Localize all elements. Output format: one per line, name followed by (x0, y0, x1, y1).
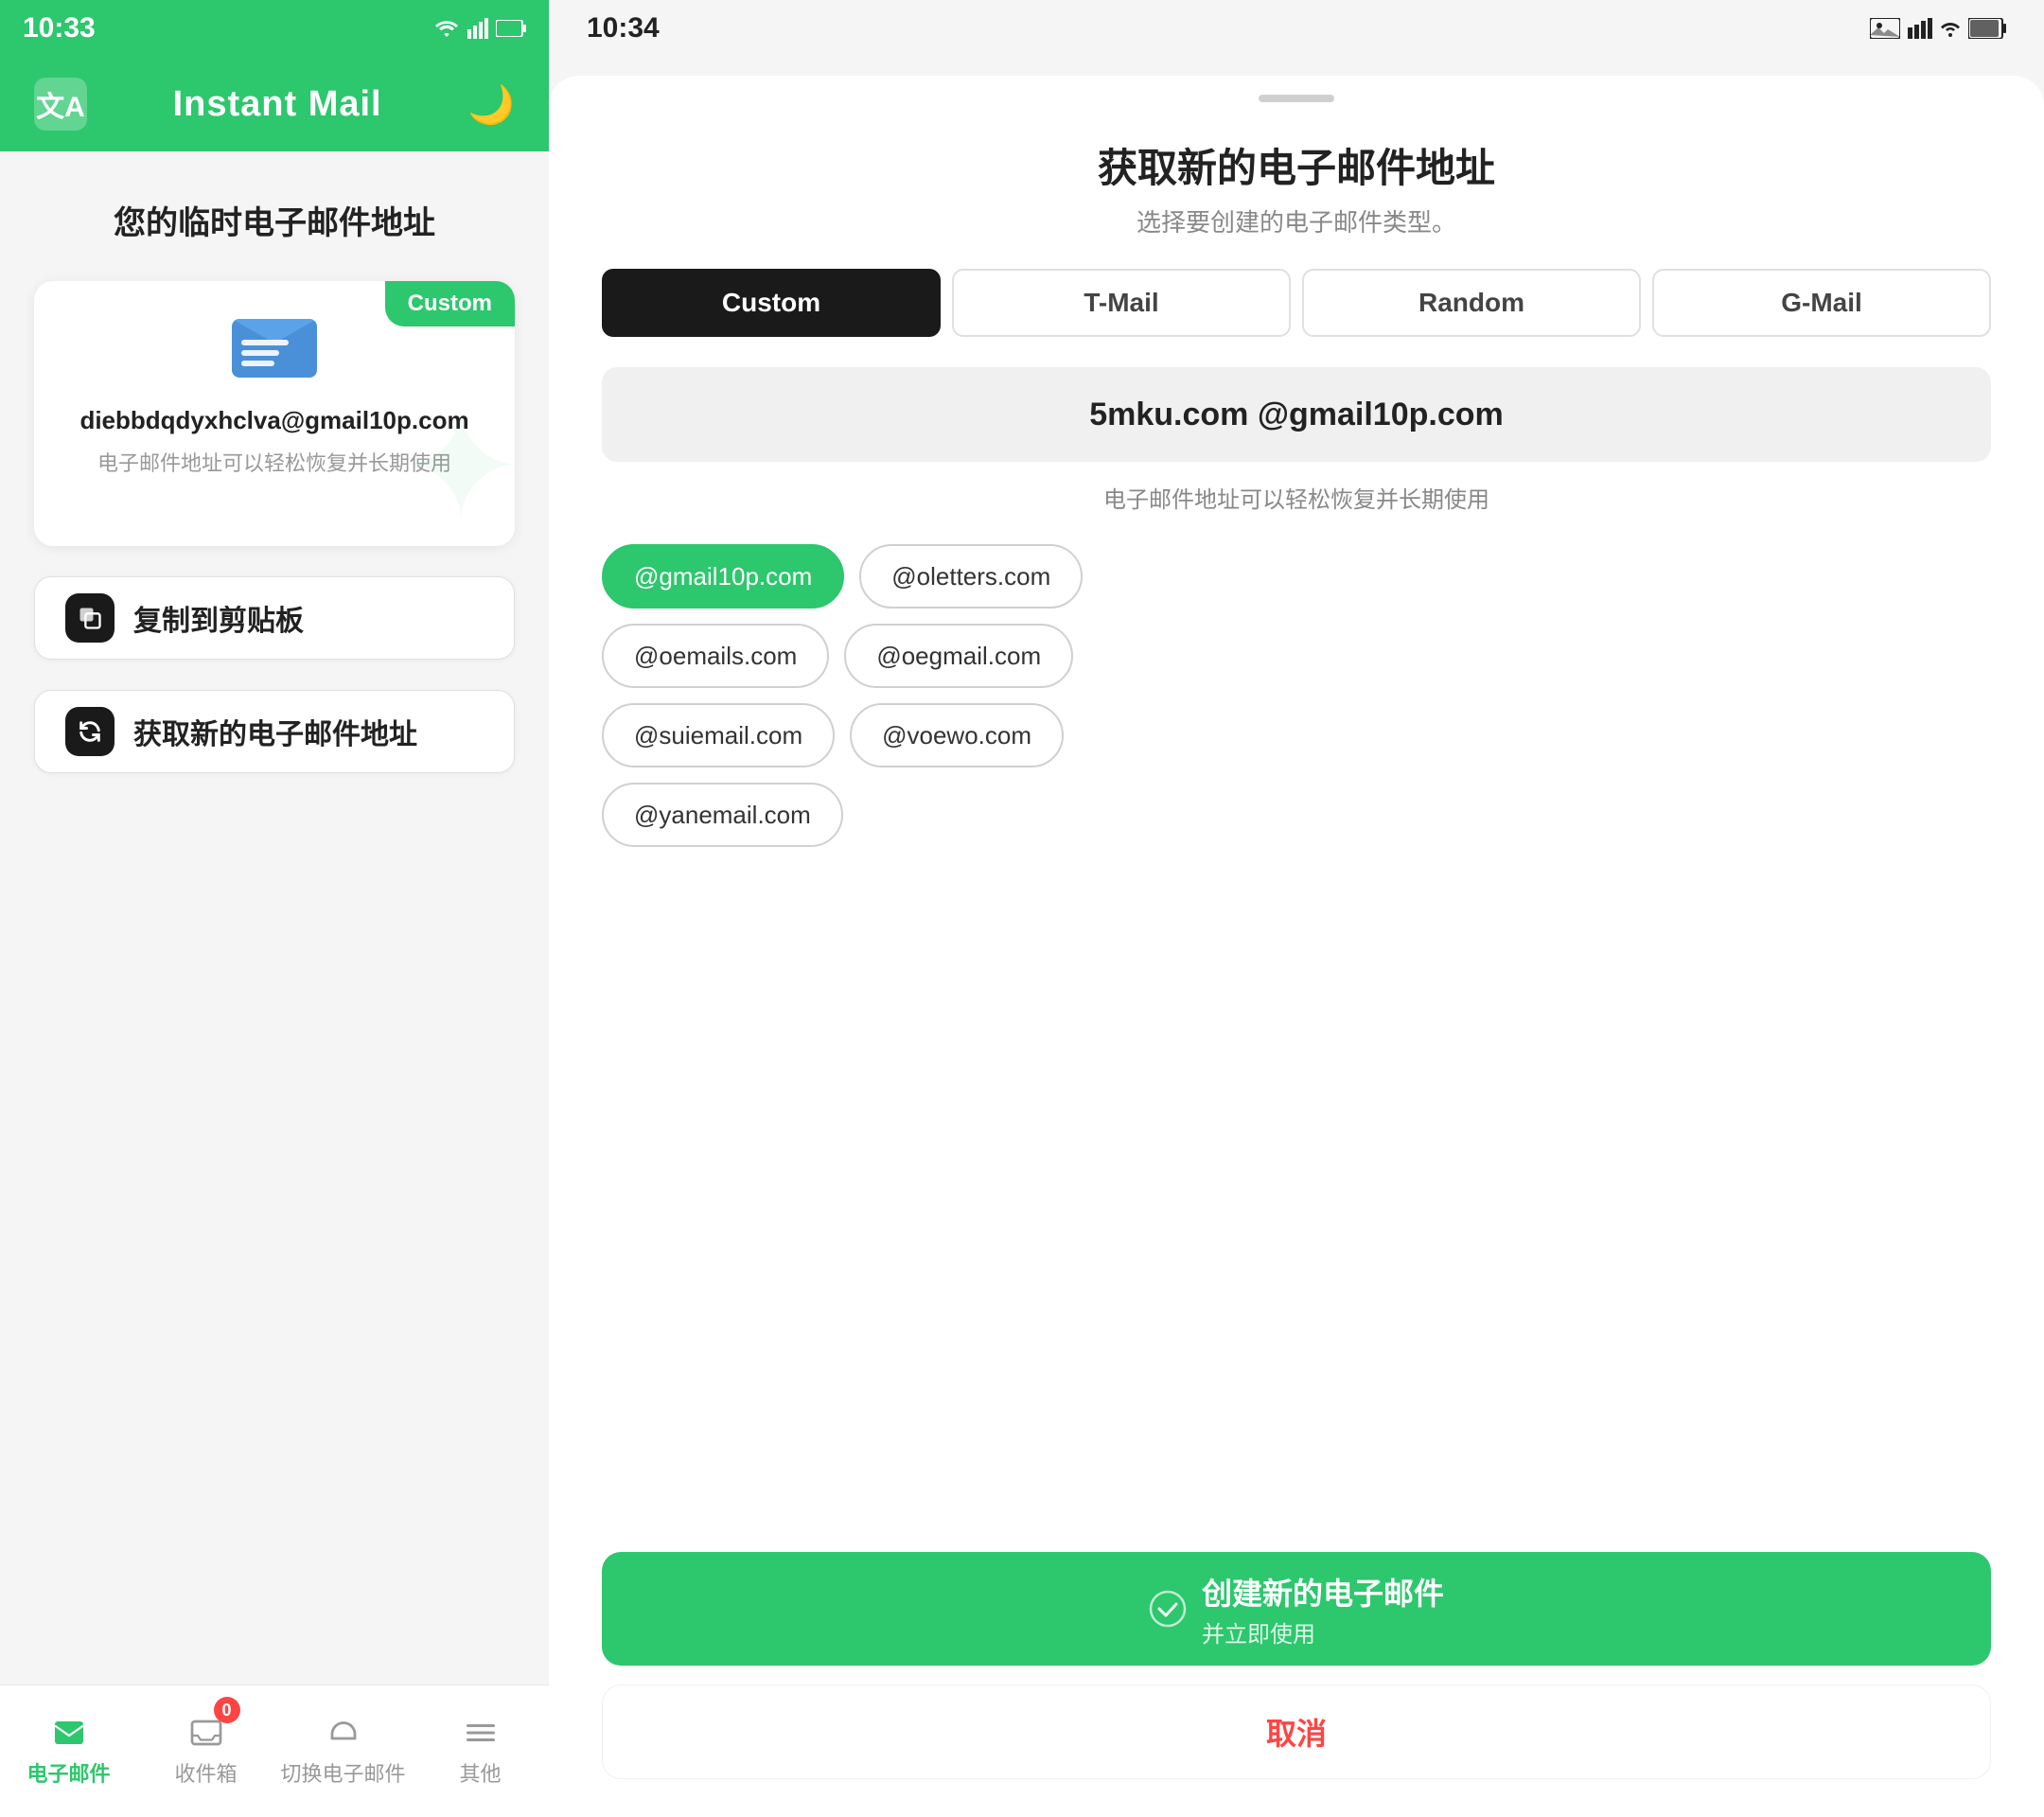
copy-button[interactable]: 复制到剪贴板 (34, 576, 515, 660)
translate-icon[interactable]: 文A (34, 78, 87, 131)
tab-tmail[interactable]: T-Mail (952, 269, 1291, 337)
copy-icon (65, 593, 115, 643)
create-check-icon (1149, 1590, 1187, 1628)
inbox-badge: 0 (214, 1697, 240, 1723)
create-button[interactable]: 创建新的电子邮件 并立即使用 (602, 1552, 1991, 1666)
modal-title: 获取新的电子邮件地址 (602, 136, 1991, 194)
bottom-nav: 电子邮件 0 收件箱 切换电子邮件 其他 (0, 1685, 549, 1817)
status-icons-left (433, 18, 526, 39)
nav-label-switch: 切换电子邮件 (280, 1757, 405, 1788)
modal-handle (1259, 95, 1334, 102)
image-icon (1870, 18, 1900, 39)
domain-chip-oletters[interactable]: @oletters.com (859, 544, 1083, 609)
tab-gmail[interactable]: G-Mail (1652, 269, 1991, 337)
status-icons-right (1870, 18, 2006, 39)
email-subtitle-left: 电子邮件地址可以轻松恢复并长期使用 (97, 447, 451, 477)
nav-item-switch[interactable]: 切换电子邮件 (274, 1685, 412, 1817)
envelope-icon (232, 319, 317, 387)
tab-random[interactable]: Random (1302, 269, 1641, 337)
header-left: 文A Instant Mail 🌙 (0, 57, 549, 151)
status-bar-right: 10:34 (549, 0, 2044, 57)
app-title: Instant Mail (173, 84, 382, 125)
modal-subtitle: 选择要创建的电子邮件类型。 (602, 203, 1991, 238)
domain-row-2: @oemails.com @oegmail.com (602, 624, 1991, 688)
inbox-nav-icon (189, 1716, 223, 1750)
main-content-left: 您的临时电子邮件地址 Custom diebbdqdyxhclva@gmail1… (0, 151, 549, 941)
battery-icon (496, 20, 526, 37)
email-nav-icon (52, 1716, 86, 1750)
domain-row-4: @yanemail.com (602, 783, 1991, 847)
page-title-left: 您的临时电子邮件地址 (34, 197, 515, 243)
signal-icon (467, 18, 488, 39)
create-label: 创建新的电子邮件 (1202, 1570, 1444, 1614)
domain-row-3: @suiemail.com @voewo.com (602, 703, 1991, 767)
domain-chip-gmail10p[interactable]: @gmail10p.com (602, 544, 844, 609)
domain-hint: 电子邮件地址可以轻松恢复并长期使用 (602, 481, 1991, 514)
nav-label-inbox: 收件箱 (174, 1757, 237, 1788)
wifi-icon-right (1940, 18, 1961, 39)
email-card: Custom diebbdqdyxhclva@gmail10p.com 电子邮件… (34, 281, 515, 546)
email-address: diebbdqdyxhclva@gmail10p.com (79, 406, 468, 435)
domain-preview-text: 5mku.com @gmail10p.com (1089, 397, 1504, 433)
nav-label-more: 其他 (459, 1757, 501, 1788)
time-right: 10:34 (587, 12, 660, 44)
domain-row-1: @gmail10p.com @oletters.com (602, 544, 1991, 609)
battery-icon-right (1968, 18, 2006, 39)
nav-item-more[interactable]: 其他 (412, 1685, 549, 1817)
signal-icon-right (1908, 18, 1932, 39)
domain-chip-voewo[interactable]: @voewo.com (850, 703, 1064, 767)
cancel-button[interactable]: 取消 (602, 1685, 1991, 1779)
nav-item-inbox[interactable]: 0 收件箱 (137, 1685, 274, 1817)
nav-item-email[interactable]: 电子邮件 (0, 1685, 137, 1817)
domain-chip-suiemail[interactable]: @suiemail.com (602, 703, 835, 767)
custom-badge: Custom (385, 281, 515, 326)
new-email-label: 获取新的电子邮件地址 (133, 711, 417, 752)
wifi-icon (433, 18, 460, 39)
domain-chip-oegmail[interactable]: @oegmail.com (844, 624, 1073, 688)
copy-label: 复制到剪贴板 (133, 597, 304, 639)
domain-grid: @gmail10p.com @oletters.com @oemails.com… (602, 544, 1991, 847)
status-bar-left: 10:33 (0, 0, 549, 57)
tab-custom[interactable]: Custom (602, 269, 941, 337)
more-nav-icon (464, 1716, 498, 1750)
nav-label-email: 电子邮件 (26, 1757, 110, 1788)
moon-icon[interactable]: 🌙 (467, 82, 515, 127)
right-phone: 10:34 获取新的电子邮件地址 选择要创建的电子邮件类型。 Custom T-… (549, 0, 2044, 1817)
left-phone: 10:33 文A Instant Mail 🌙 您的临时电子邮件地址 Custo… (0, 0, 549, 1817)
domain-chip-yanemail[interactable]: @yanemail.com (602, 783, 843, 847)
domain-preview: 5mku.com @gmail10p.com (602, 367, 1991, 462)
cancel-label: 取消 (1266, 1710, 1327, 1754)
domain-chip-oemails[interactable]: @oemails.com (602, 624, 829, 688)
new-email-button[interactable]: 获取新的电子邮件地址 (34, 690, 515, 773)
switch-nav-icon (326, 1716, 361, 1750)
create-sub: 并立即使用 (1202, 1615, 1444, 1649)
time-left: 10:33 (23, 12, 96, 44)
modal-sheet: 获取新的电子邮件地址 选择要创建的电子邮件类型。 Custom T-Mail R… (549, 76, 2044, 1817)
refresh-icon (65, 707, 115, 756)
tab-group: Custom T-Mail Random G-Mail (602, 269, 1991, 337)
